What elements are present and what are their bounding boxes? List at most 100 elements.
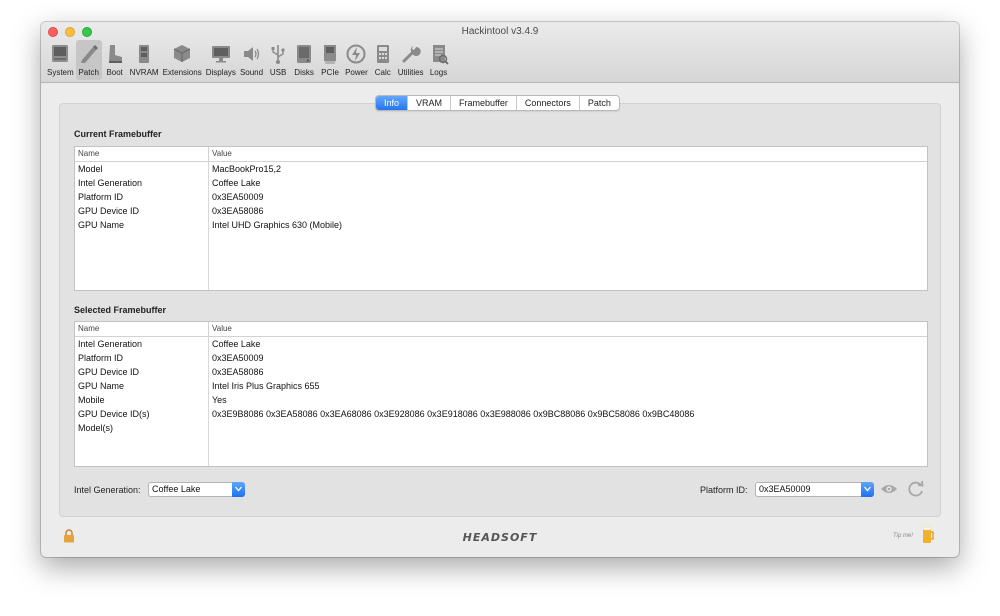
tab-connectors[interactable]: Connectors bbox=[517, 96, 580, 110]
intel-generation-select[interactable]: Coffee Lake bbox=[148, 482, 245, 497]
toolbar-sound[interactable]: Sound bbox=[238, 40, 265, 80]
selected-framebuffer-title: Selected Framebuffer bbox=[74, 305, 167, 315]
toolbar-boot[interactable]: Boot bbox=[102, 40, 128, 80]
toolbar-calc[interactable]: Calc bbox=[370, 40, 396, 80]
row-value: Coffee Lake bbox=[212, 178, 261, 188]
row-value: 0x3EA50009 bbox=[212, 353, 264, 363]
toolbar-extensions[interactable]: Extensions bbox=[161, 40, 204, 80]
row-value: 0x3E9B8086 0x3EA58086 0x3EA68086 0x3E928… bbox=[212, 409, 695, 419]
table-row[interactable]: GPU Name Intel UHD Graphics 630 (Mobile) bbox=[75, 218, 927, 232]
toolbar-nvram[interactable]: NVRAM bbox=[128, 40, 161, 80]
patch-tab-bar: Info VRAM Framebuffer Connectors Patch bbox=[375, 95, 620, 111]
beer-mug-icon[interactable] bbox=[922, 526, 934, 544]
toolbar-label: Displays bbox=[205, 68, 236, 77]
table-row[interactable]: GPU Device ID 0x3EA58086 bbox=[75, 365, 927, 379]
column-divider bbox=[208, 337, 209, 466]
row-value: 0x3EA58086 bbox=[212, 367, 264, 377]
utilities-icon bbox=[402, 46, 421, 63]
toolbar-label: Calc bbox=[374, 68, 391, 77]
table-row[interactable]: Model(s) bbox=[75, 421, 927, 435]
row-name: Model(s) bbox=[78, 423, 114, 433]
toolbar-utilities[interactable]: Utilities bbox=[396, 40, 426, 80]
row-value: Coffee Lake bbox=[212, 339, 261, 349]
toolbar-label: NVRAM bbox=[129, 68, 159, 77]
toolbar-pcie[interactable]: PCIe bbox=[317, 40, 343, 80]
table-header: Name Value bbox=[75, 147, 927, 162]
nvram-icon bbox=[139, 45, 150, 63]
table-row[interactable]: Platform ID 0x3EA50009 bbox=[75, 351, 927, 365]
toolbar-label: Utilities bbox=[397, 68, 424, 77]
row-value: Intel Iris Plus Graphics 655 bbox=[212, 381, 320, 391]
toolbar-label: System bbox=[47, 68, 74, 77]
current-framebuffer-title: Current Framebuffer bbox=[74, 129, 162, 139]
disks-icon bbox=[297, 45, 312, 63]
row-value: Intel UHD Graphics 630 (Mobile) bbox=[212, 220, 343, 230]
boot-icon bbox=[108, 45, 122, 63]
sound-icon bbox=[243, 47, 259, 61]
row-name: GPU Device ID bbox=[78, 367, 140, 377]
toolbar-patch[interactable]: Patch bbox=[75, 40, 102, 80]
tab-vram[interactable]: VRAM bbox=[408, 96, 452, 110]
toolbar-logs[interactable]: Logs bbox=[426, 40, 452, 80]
dropdown-arrow-icon bbox=[232, 482, 245, 497]
tab-info[interactable]: Info bbox=[376, 96, 409, 110]
toolbar-label: Patch bbox=[78, 68, 99, 77]
column-header-name[interactable]: Name bbox=[75, 147, 209, 161]
column-divider bbox=[208, 162, 209, 290]
row-value: 0x3EA58086 bbox=[212, 206, 264, 216]
table-row[interactable]: Intel Generation Coffee Lake bbox=[75, 176, 927, 190]
tab-patch[interactable]: Patch bbox=[580, 96, 619, 110]
table-row[interactable]: Platform ID 0x3EA50009 bbox=[75, 190, 927, 204]
intel-generation-label: Intel Generation: bbox=[74, 485, 141, 495]
refresh-icon[interactable] bbox=[907, 480, 925, 498]
power-icon bbox=[346, 44, 366, 64]
selected-framebuffer-table: Name Value Intel Generation Coffee Lake P… bbox=[74, 321, 928, 467]
table-row[interactable]: Model MacBookPro15,2 bbox=[75, 162, 927, 176]
table-row[interactable]: GPU Name Intel Iris Plus Graphics 655 bbox=[75, 379, 927, 393]
hackintool-window: Hackintool v3.4.9 System Patch Boot NVRA… bbox=[41, 22, 959, 557]
platform-id-select[interactable]: 0x3EA50009 bbox=[755, 482, 874, 497]
table-row[interactable]: GPU Device ID(s) 0x3E9B8086 0x3EA58086 0x… bbox=[75, 407, 927, 421]
row-name: GPU Device ID bbox=[78, 206, 140, 216]
row-name: GPU Name bbox=[78, 381, 125, 391]
table-header: Name Value bbox=[75, 322, 927, 337]
table-row[interactable]: Intel Generation Coffee Lake bbox=[75, 337, 927, 351]
current-framebuffer-table: Name Value Model MacBookPro15,2 Intel Gen… bbox=[74, 146, 928, 291]
toolbar-label: PCIe bbox=[321, 68, 339, 77]
window-title: Hackintool v3.4.9 bbox=[461, 26, 539, 37]
calc-icon bbox=[376, 45, 389, 63]
intel-generation-value: Coffee Lake bbox=[152, 484, 201, 494]
toolbar-displays[interactable]: Displays bbox=[204, 40, 238, 80]
toolbar-label: Disks bbox=[294, 68, 314, 77]
row-name: Intel Generation bbox=[78, 339, 143, 349]
toolbar-label: Extensions bbox=[162, 68, 202, 77]
row-value: 0x3EA50009 bbox=[212, 192, 264, 202]
table-body: Model MacBookPro15,2 Intel Generation Coff… bbox=[75, 162, 927, 290]
toolbar-power[interactable]: Power bbox=[343, 40, 370, 80]
patch-icon bbox=[80, 45, 98, 63]
row-name: GPU Name bbox=[78, 220, 125, 230]
tab-framebuffer[interactable]: Framebuffer bbox=[451, 96, 517, 110]
table-row[interactable]: GPU Device ID 0x3EA58086 bbox=[75, 204, 927, 218]
row-value bbox=[209, 421, 212, 435]
column-header-name[interactable]: Name bbox=[75, 322, 209, 336]
column-header-value[interactable]: Value bbox=[209, 147, 232, 161]
toolbar-usb[interactable]: USB bbox=[265, 40, 291, 80]
pcie-icon bbox=[324, 45, 337, 64]
row-name: Mobile bbox=[78, 395, 105, 405]
table-row[interactable]: Mobile Yes bbox=[75, 393, 927, 407]
row-name: Platform ID bbox=[78, 192, 124, 202]
column-header-value[interactable]: Value bbox=[209, 322, 232, 336]
platform-id-value: 0x3EA50009 bbox=[759, 484, 811, 494]
tip-me-label: Tip me! bbox=[893, 533, 913, 539]
row-name: Model bbox=[78, 164, 103, 174]
eye-icon[interactable] bbox=[880, 483, 898, 495]
toolbar-disks[interactable]: Disks bbox=[291, 40, 317, 80]
dropdown-arrow-icon bbox=[861, 482, 874, 497]
toolbar-label: Sound bbox=[239, 68, 264, 77]
toolbar-label: Boot bbox=[106, 68, 123, 77]
usb-icon bbox=[271, 45, 285, 64]
toolbar-system[interactable]: System bbox=[45, 40, 76, 80]
platform-id-label: Platform ID: bbox=[700, 485, 748, 495]
extensions-icon bbox=[173, 45, 191, 62]
